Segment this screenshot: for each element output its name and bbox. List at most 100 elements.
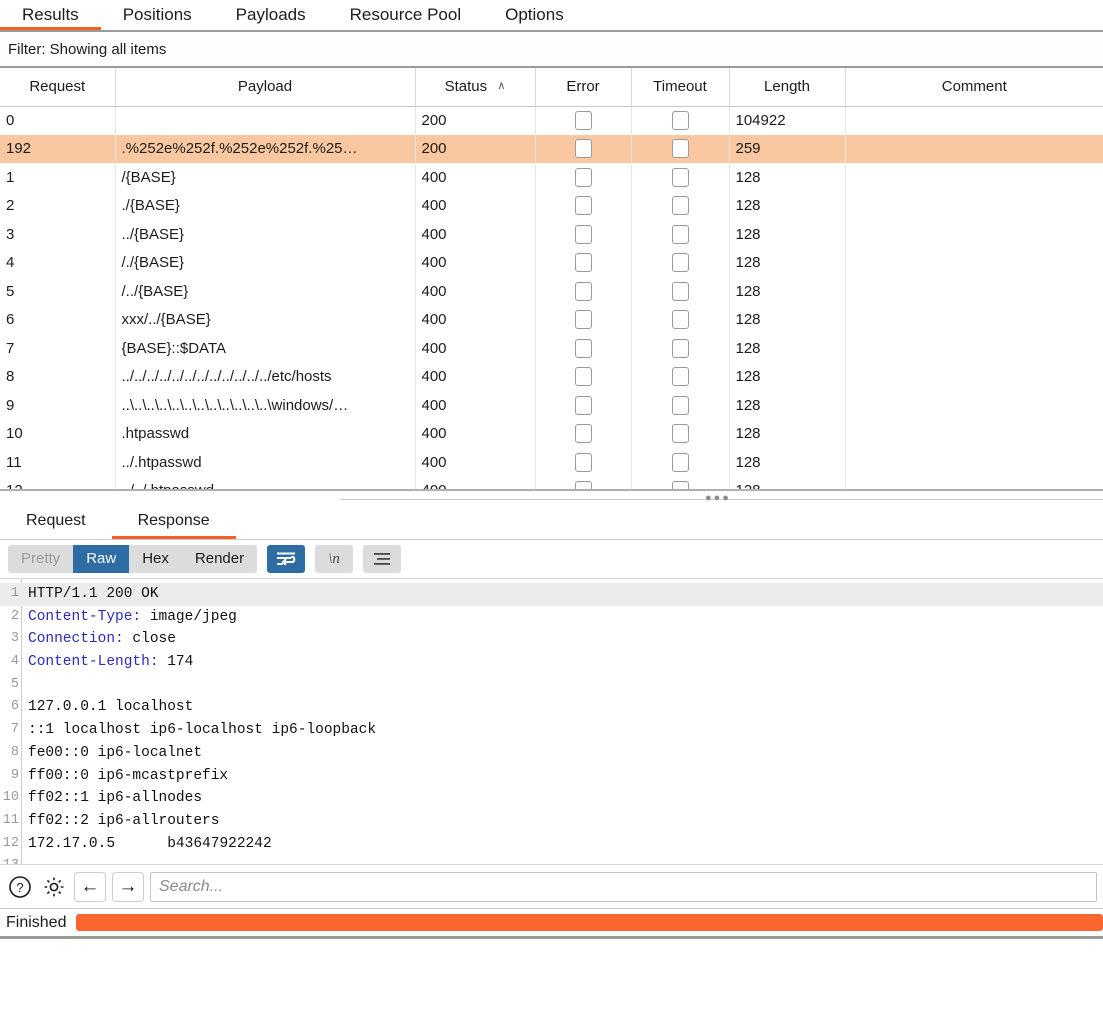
response-viewer[interactable]: 1 HTTP/1.1 200 OK 2 Content-Type: image/jpe… <box>0 578 1103 908</box>
table-row[interactable]: 5/../{BASE} 400 128 <box>0 277 1103 306</box>
table-row[interactable]: 10 .htpasswd 400 128 <box>0 419 1103 448</box>
cell-error-checkbox[interactable] <box>574 452 592 472</box>
cell-timeout-checkbox[interactable] <box>671 253 689 273</box>
cell-error[interactable] <box>535 134 632 163</box>
help-button[interactable]: ? <box>6 873 34 901</box>
view-mode-hex[interactable]: Hex <box>129 545 182 573</box>
table-row[interactable]: 9 ..\..\..\..\..\..\..\..\..\..\..\..\win… <box>0 391 1103 420</box>
cell-error[interactable] <box>535 106 632 135</box>
cell-error[interactable] <box>535 419 632 448</box>
cell-error-checkbox[interactable] <box>574 338 592 358</box>
cell-timeout[interactable] <box>631 163 730 192</box>
settings-button[interactable] <box>40 873 68 901</box>
table-row[interactable]: 6 xxx/../{BASE} 400 128 <box>0 305 1103 334</box>
cell-error-checkbox[interactable] <box>574 224 592 244</box>
column-header-length[interactable]: Length <box>729 68 846 107</box>
cell-timeout[interactable] <box>631 334 730 363</box>
tab-response[interactable]: Response <box>111 503 236 539</box>
search-next-button[interactable]: → <box>112 871 144 902</box>
column-header-comment[interactable]: Comment <box>845 68 1103 107</box>
cell-timeout-checkbox[interactable] <box>671 224 689 244</box>
tab-options[interactable]: Options <box>483 0 586 30</box>
filter-bar[interactable]: Filter: Showing all items <box>0 32 1103 66</box>
cell-error[interactable] <box>535 362 632 391</box>
column-header-timeout[interactable]: Timeout <box>631 68 730 107</box>
cell-timeout[interactable] <box>631 134 730 163</box>
table-row[interactable]: 7 {BASE}::$DATA 400 128 <box>0 334 1103 363</box>
cell-timeout[interactable] <box>631 448 730 477</box>
cell-error[interactable] <box>535 277 632 306</box>
response-code-body[interactable]: 1 HTTP/1.1 200 OK 2 Content-Type: image/jpe… <box>0 579 1103 878</box>
table-row[interactable]: 192 .%252e%252f.%252e%252f.%25… 200 259 <box>0 134 1103 163</box>
cell-error[interactable] <box>535 448 632 477</box>
cell-timeout[interactable] <box>631 277 730 306</box>
cell-error-checkbox[interactable] <box>574 481 592 489</box>
column-header-payload[interactable]: Payload <box>115 68 416 107</box>
cell-error-checkbox[interactable] <box>574 281 592 301</box>
table-row[interactable]: 0 200 104922 <box>0 106 1103 135</box>
cell-timeout-checkbox[interactable] <box>671 310 689 330</box>
cell-timeout[interactable] <box>631 476 730 489</box>
cell-error[interactable] <box>535 248 632 277</box>
search-previous-button[interactable]: ← <box>74 871 106 902</box>
view-mode-raw[interactable]: Raw <box>73 545 130 573</box>
tab-resource-pool[interactable]: Resource Pool <box>328 0 484 30</box>
cell-timeout[interactable] <box>631 305 730 334</box>
cell-timeout[interactable] <box>631 248 730 277</box>
cell-timeout-checkbox[interactable] <box>671 196 689 216</box>
editor-options-button[interactable] <box>363 545 402 573</box>
cell-timeout[interactable] <box>631 419 730 448</box>
cell-error-checkbox[interactable] <box>574 424 592 444</box>
splitter-grip-icon[interactable]: ●●● <box>705 493 731 504</box>
column-header-request[interactable]: Request <box>0 68 116 107</box>
cell-error-checkbox[interactable] <box>574 310 592 330</box>
cell-error[interactable] <box>535 305 632 334</box>
cell-timeout[interactable] <box>631 220 730 249</box>
table-row[interactable]: 3 ../{BASE} 400 128 <box>0 220 1103 249</box>
table-row[interactable]: 12../../.htpasswd400 128 <box>0 476 1103 489</box>
cell-error[interactable] <box>535 334 632 363</box>
word-wrap-button[interactable] <box>267 545 306 573</box>
column-header-error[interactable]: Error <box>535 68 632 107</box>
cell-timeout-checkbox[interactable] <box>671 167 689 187</box>
results-table-container[interactable]: Request Payload Status ∧ Error Timeout L… <box>0 68 1103 489</box>
tab-request[interactable]: Request <box>0 503 112 539</box>
table-row[interactable]: 2 ./{BASE} 400 128 <box>0 191 1103 220</box>
cell-timeout[interactable] <box>631 362 730 391</box>
cell-error-checkbox[interactable] <box>574 196 592 216</box>
table-row[interactable]: 11 ../.htpasswd 400 128 <box>0 448 1103 477</box>
view-mode-pretty[interactable]: Pretty <box>8 545 73 573</box>
table-row[interactable]: 8 ../../../../../../../../../../../../etc… <box>0 362 1103 391</box>
cell-timeout-checkbox[interactable] <box>671 281 689 301</box>
cell-error-checkbox[interactable] <box>574 395 592 415</box>
cell-error-checkbox[interactable] <box>574 167 592 187</box>
cell-timeout-checkbox[interactable] <box>671 111 689 130</box>
show-newlines-button[interactable]: \n <box>315 545 354 573</box>
view-mode-render[interactable]: Render <box>182 545 257 573</box>
cell-error[interactable] <box>535 191 632 220</box>
column-header-status[interactable]: Status ∧ <box>415 68 536 107</box>
cell-timeout-checkbox[interactable] <box>671 395 689 415</box>
cell-error-checkbox[interactable] <box>574 139 592 159</box>
cell-error-checkbox[interactable] <box>574 253 592 273</box>
search-input[interactable] <box>150 871 1097 902</box>
cell-timeout-checkbox[interactable] <box>671 452 689 472</box>
cell-timeout-checkbox[interactable] <box>671 367 689 387</box>
cell-error[interactable] <box>535 163 632 192</box>
cell-error-checkbox[interactable] <box>574 367 592 387</box>
cell-timeout-checkbox[interactable] <box>671 338 689 358</box>
cell-timeout[interactable] <box>631 191 730 220</box>
cell-timeout[interactable] <box>631 391 730 420</box>
table-row[interactable]: 4/./{BASE} 400 128 <box>0 248 1103 277</box>
cell-error[interactable] <box>535 476 632 489</box>
table-row[interactable]: 1/{BASE} 400 128 <box>0 163 1103 192</box>
cell-error[interactable] <box>535 391 632 420</box>
tab-positions[interactable]: Positions <box>101 0 214 30</box>
cell-timeout-checkbox[interactable] <box>671 481 689 489</box>
cell-timeout[interactable] <box>631 106 730 135</box>
cell-timeout-checkbox[interactable] <box>671 139 689 159</box>
cell-error[interactable] <box>535 220 632 249</box>
tab-results[interactable]: Results <box>0 0 101 30</box>
cell-timeout-checkbox[interactable] <box>671 424 689 444</box>
panel-splitter[interactable]: ●●● <box>0 489 1103 504</box>
